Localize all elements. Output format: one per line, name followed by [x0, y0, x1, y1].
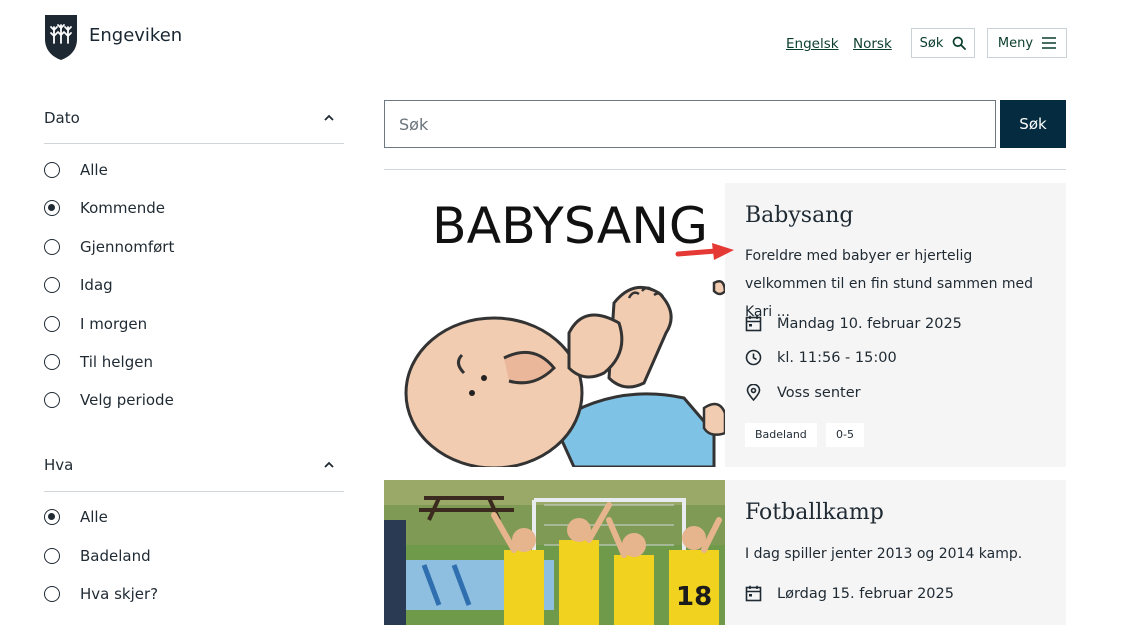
- event-title[interactable]: Fotballkamp: [745, 500, 884, 525]
- chevron-up-icon: [324, 461, 334, 468]
- language-norsk-link[interactable]: Norsk: [853, 36, 892, 52]
- radio-button-selected[interactable]: [44, 509, 60, 525]
- radio-button[interactable]: [44, 354, 60, 370]
- annotation-arrow-icon: [675, 243, 734, 260]
- location-pin-icon: [746, 384, 761, 401]
- header-search-label: Søk: [919, 35, 944, 51]
- radio-label: I morgen: [80, 315, 148, 333]
- filter-date-option-idag[interactable]: Idag: [44, 274, 344, 296]
- site-name[interactable]: Engeviken: [89, 25, 182, 46]
- radio-button[interactable]: [44, 162, 60, 178]
- filter-what-option-hva-skjer[interactable]: Hva skjer?: [44, 583, 344, 605]
- filter-what-divider: [44, 491, 344, 492]
- radio-label: Velg periode: [80, 391, 174, 409]
- event-date: Mandag 10. februar 2025: [745, 315, 962, 332]
- hamburger-icon: [1042, 37, 1057, 49]
- clock-icon: [745, 349, 762, 366]
- results-divider: [384, 169, 1066, 170]
- calendar-icon: [745, 315, 762, 332]
- event-time-text: kl. 11:56 - 15:00: [777, 349, 897, 366]
- radio-label: Hva skjer?: [80, 585, 159, 603]
- filter-what-heading: Hva: [44, 456, 74, 474]
- radio-button-selected[interactable]: [44, 200, 60, 216]
- filter-date-heading: Dato: [44, 109, 80, 127]
- municipality-crest-logo[interactable]: [43, 13, 79, 61]
- filter-date-option-velg-periode[interactable]: Velg periode: [44, 389, 344, 411]
- filter-date-option-til-helgen[interactable]: Til helgen: [44, 351, 344, 373]
- radio-label: Gjennomført: [80, 238, 175, 256]
- event-tag[interactable]: Badeland: [745, 423, 817, 447]
- filter-date-divider: [44, 143, 344, 144]
- event-time: kl. 11:56 - 15:00: [745, 349, 897, 366]
- event-title[interactable]: Babysang: [745, 203, 853, 228]
- radio-label: Badeland: [80, 547, 151, 565]
- radio-label: Til helgen: [80, 353, 153, 371]
- event-description: Foreldre med babyer er hjertelig velkomm…: [745, 248, 1034, 320]
- event-card-fotballkamp[interactable]: 18 Fotballkamp I dag spiller jenter 2013…: [384, 480, 1066, 625]
- radio-label: Idag: [80, 276, 113, 294]
- search-submit-button[interactable]: Søk: [1000, 100, 1066, 148]
- event-image-babysang: BABYSANG: [384, 183, 727, 467]
- event-date: Lørdag 15. februar 2025: [745, 585, 954, 602]
- radio-button[interactable]: [44, 392, 60, 408]
- filter-what-toggle[interactable]: Hva: [44, 456, 344, 474]
- menu-label: Meny: [997, 35, 1034, 51]
- search-input[interactable]: [384, 100, 996, 148]
- filter-date-option-i-morgen[interactable]: I morgen: [44, 313, 344, 335]
- header-search-button[interactable]: Søk: [911, 28, 975, 58]
- event-date-text: Lørdag 15. februar 2025: [777, 585, 954, 602]
- filter-date-option-kommende[interactable]: Kommende: [44, 197, 344, 219]
- filter-what-option-alle[interactable]: Alle: [44, 506, 344, 528]
- radio-button[interactable]: [44, 239, 60, 255]
- jersey-number: 18: [676, 582, 712, 612]
- event-image-fotballkamp: 18: [384, 480, 725, 625]
- search-icon: [953, 36, 967, 50]
- language-english-link[interactable]: Engelsk: [786, 36, 839, 52]
- radio-label: Kommende: [80, 199, 165, 217]
- radio-button[interactable]: [44, 586, 60, 602]
- event-location: Voss senter: [745, 384, 861, 401]
- radio-label: Alle: [80, 161, 108, 179]
- event-card-babysang[interactable]: BABYSANG Babysang Foreldre med babyer er…: [384, 183, 1066, 467]
- event-tag[interactable]: 0-5: [826, 423, 864, 447]
- event-image-caption: BABYSANG: [432, 197, 708, 255]
- filter-what-option-badeland[interactable]: Badeland: [44, 545, 344, 567]
- filter-date-option-alle[interactable]: Alle: [44, 159, 344, 181]
- radio-label: Alle: [80, 508, 108, 526]
- radio-button[interactable]: [44, 548, 60, 564]
- event-location-text: Voss senter: [777, 384, 861, 401]
- menu-button[interactable]: Meny: [987, 28, 1067, 58]
- event-description: I dag spiller jenter 2013 og 2014 kamp.: [745, 546, 1023, 562]
- calendar-icon: [745, 585, 762, 602]
- filter-date-toggle[interactable]: Dato: [44, 109, 344, 127]
- radio-button[interactable]: [44, 277, 60, 293]
- event-date-text: Mandag 10. februar 2025: [777, 315, 962, 332]
- chevron-up-icon: [324, 114, 334, 121]
- radio-button[interactable]: [44, 316, 60, 332]
- filter-date-option-gjennomfort[interactable]: Gjennomført: [44, 236, 344, 258]
